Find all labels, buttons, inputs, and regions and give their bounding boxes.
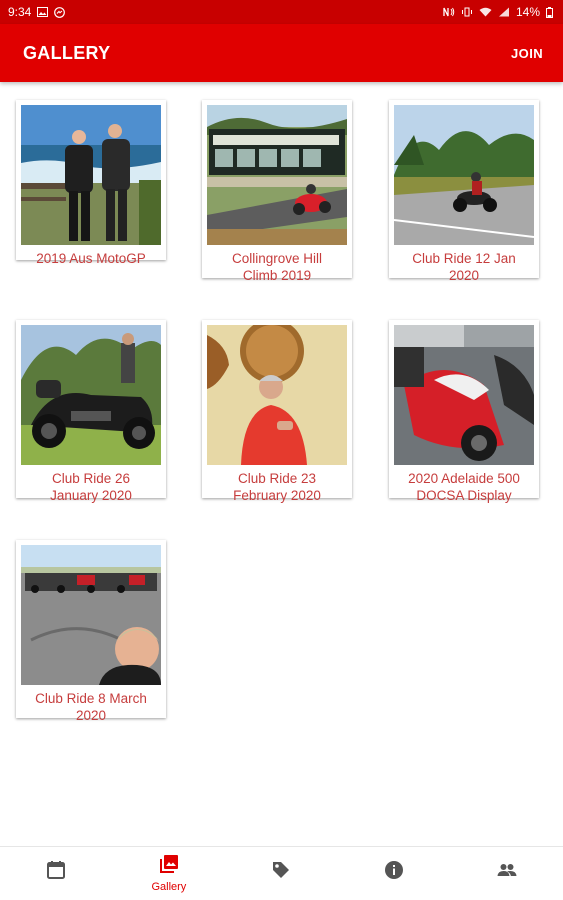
album-title: 2020 Adelaide 500 DOCSA Display [391,470,537,504]
album-title-line: 2020 [448,268,480,283]
wifi-icon [479,7,492,17]
album-card[interactable]: Collingrove Hill Climb 2019 [202,100,352,283]
album-title: Club Ride 8 March 2020 [18,690,164,724]
album-title-line: Climb 2019 [242,268,312,283]
album-title-line: 2020 Adelaide 500 [408,471,520,486]
album-title-line: February 2020 [233,488,321,503]
album-title: Club Ride 23 February 2020 [204,470,350,504]
album-title: 2019 Aus MotoGP [18,250,164,267]
vibrate-icon [461,7,473,17]
album-title-line: January 2020 [50,488,132,503]
nav-offers[interactable] [241,847,321,900]
nav-members[interactable] [467,847,547,900]
album-card[interactable]: Club Ride 26 January 2020 [16,320,166,503]
nav-info[interactable] [354,847,434,900]
album-title-line: Collingrove Hill [231,251,323,266]
status-bar: 9:34 14% [0,0,563,24]
gallery-icon [159,854,179,879]
image-icon [37,7,49,17]
album-thumbnail [21,325,161,465]
app-bar: GALLERY JOIN [0,24,563,82]
album-title: Collingrove Hill Climb 2019 [204,250,350,284]
battery-icon [546,6,553,18]
album-thumbnail [394,325,534,465]
messenger-icon [54,6,66,18]
nfc-icon [443,7,455,17]
status-right: 14% [443,5,553,19]
page-title: GALLERY [23,42,111,63]
battery-percent: 14% [515,5,540,19]
status-left: 9:34 [8,5,66,19]
people-icon [496,860,518,885]
calendar-icon [46,860,66,885]
album-title-line: Club Ride 26 [51,471,131,486]
album-card[interactable]: Club Ride 12 Jan 2020 [389,100,539,283]
status-time: 9:34 [8,5,32,19]
album-title: Club Ride 12 Jan 2020 [391,250,537,284]
album-title-line: Club Ride 23 [237,471,317,486]
signal-icon [498,7,510,17]
album-title-line: 2019 Aus MotoGP [36,251,146,266]
album-thumbnail [21,545,161,685]
nav-gallery[interactable]: Gallery [129,847,209,900]
album-card[interactable]: Club Ride 23 February 2020 [202,320,352,503]
album-thumbnail [21,105,161,245]
album-title-line: Club Ride 12 Jan [412,251,516,266]
album-card[interactable]: Club Ride 8 March 2020 [16,540,166,723]
album-card[interactable]: 2020 Adelaide 500 DOCSA Display [389,320,539,503]
album-title-line: Club Ride 8 March [35,691,147,706]
album-title-line: DOCSA Display [416,488,512,503]
album-title: Club Ride 26 January 2020 [18,470,164,504]
album-title-line: 2020 [75,708,107,723]
album-thumbnail [207,105,347,245]
tag-icon [271,860,291,885]
album-thumbnail [207,325,347,465]
join-button[interactable]: JOIN [511,46,543,61]
nav-label: Gallery [151,881,187,893]
nav-events[interactable] [16,847,96,900]
album-thumbnail [394,105,534,245]
album-card[interactable]: 2019 Aus MotoGP [16,100,166,266]
info-icon [384,860,404,885]
bottom-navigation: Gallery [0,846,563,900]
